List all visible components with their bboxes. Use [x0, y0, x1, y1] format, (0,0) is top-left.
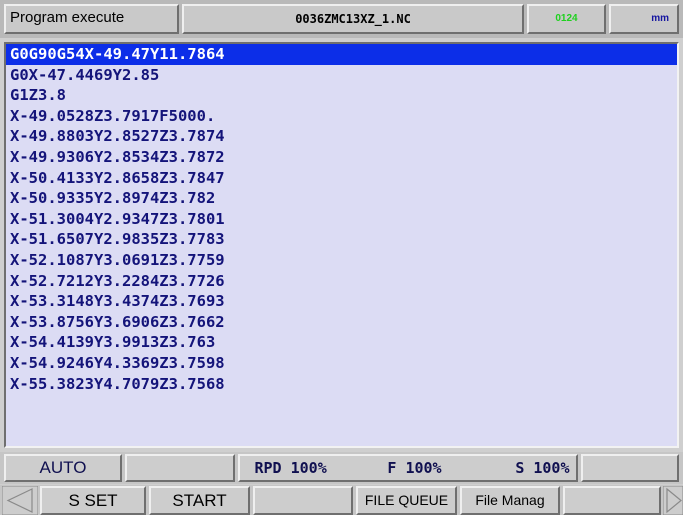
rapid-override: RPD 100% — [254, 459, 327, 477]
program-line[interactable]: X-54.9246Y4.3369Z3.7598 — [6, 353, 677, 374]
program-line[interactable]: X-50.9335Y2.8974Z3.782 — [6, 188, 677, 209]
program-line[interactable]: X-53.3148Y3.4374Z3.7693 — [6, 291, 677, 312]
feed-override: F 100% — [387, 459, 442, 477]
spindle-override: S 100% — [515, 459, 570, 477]
file-queue-button[interactable]: FILE QUEUE — [356, 486, 457, 515]
program-listing[interactable]: G0G90G54X-49.47Y11.7864 G0X-47.4469Y2.85 G… — [4, 42, 679, 448]
status-bar: AUTO RPD 100% F 100% S 100% — [0, 452, 683, 484]
start-button[interactable]: START — [149, 486, 250, 515]
program-filename: 0036ZMC13XZ_1.NC — [182, 4, 524, 34]
program-line[interactable]: G0G90G54X-49.47Y11.7864 — [6, 44, 677, 65]
s-set-button[interactable]: S SET — [40, 486, 146, 515]
program-line[interactable]: X-49.9306Y2.8534Z3.7872 — [6, 147, 677, 168]
status-blank — [125, 454, 235, 482]
program-line[interactable]: X-55.3823Y4.7079Z3.7568 — [6, 374, 677, 395]
program-line[interactable]: X-52.1087Y3.0691Z3.7759 — [6, 250, 677, 271]
program-line[interactable]: X-49.0528Z3.7917F5000. — [6, 106, 677, 127]
mode-indicator: AUTO — [4, 454, 122, 482]
header-bar: Program execute 0036ZMC13XZ_1.NC 0124 mm — [0, 0, 683, 38]
program-line[interactable]: X-49.8803Y2.8527Z3.7874 — [6, 126, 677, 147]
right-arrow-icon[interactable] — [663, 486, 683, 515]
softkey-bar: S SET START FILE QUEUE File Manag — [0, 485, 683, 515]
override-rates: RPD 100% F 100% S 100% — [238, 454, 578, 482]
softkey-blank[interactable] — [253, 486, 353, 515]
status-indicator: 0124 — [527, 4, 606, 34]
program-line[interactable]: X-54.4139Y3.9913Z3.763 — [6, 332, 677, 353]
program-line[interactable]: G1Z3.8 — [6, 85, 677, 106]
program-line[interactable]: X-53.8756Y3.6906Z3.7662 — [6, 312, 677, 333]
unit-label: mm — [609, 4, 679, 34]
status-blank-right — [581, 454, 679, 482]
program-line[interactable]: X-51.6507Y2.9835Z3.7783 — [6, 229, 677, 250]
file-manager-button[interactable]: File Manag — [460, 486, 560, 515]
softkey-blank-right[interactable] — [563, 486, 661, 515]
program-line[interactable]: G0X-47.4469Y2.85 — [6, 65, 677, 86]
left-arrow-icon[interactable] — [2, 486, 38, 515]
program-line[interactable]: X-51.3004Y2.9347Z3.7801 — [6, 209, 677, 230]
program-line[interactable]: X-50.4133Y2.8658Z3.7847 — [6, 168, 677, 189]
program-line[interactable]: X-52.7212Y3.2284Z3.7726 — [6, 271, 677, 292]
screen-title: Program execute — [4, 4, 179, 34]
